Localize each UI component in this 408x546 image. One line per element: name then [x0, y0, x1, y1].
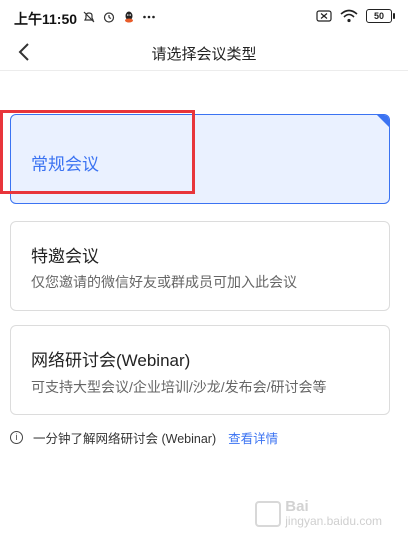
watermark-line1: Bai	[285, 498, 309, 515]
info-row: i 一分钟了解网络研讨会 (Webinar) 查看详情	[10, 428, 278, 447]
info-icon: i	[10, 431, 23, 444]
option-title: 特邀会议	[31, 247, 99, 266]
watermark-line2: jingyan.baidu.com	[285, 514, 382, 528]
option-regular-meeting[interactable]: 常规会议	[10, 114, 390, 204]
alarm-icon	[103, 12, 115, 23]
status-time: 上午11:50	[14, 11, 78, 27]
option-subtitle: 仅您邀请的微信好友或群成员可加入此会议	[31, 274, 297, 290]
option-invited-meeting[interactable]: 特邀会议 仅您邀请的微信好友或群成员可加入此会议	[10, 221, 390, 311]
option-title: 常规会议	[31, 155, 99, 174]
wifi-icon	[340, 9, 358, 23]
watermark-logo-icon	[255, 501, 282, 527]
battery-icon: 50	[366, 9, 395, 23]
view-details-link[interactable]: 查看详情	[228, 428, 278, 447]
option-subtitle: 可支持大型会议/企业培训/沙龙/发布会/研讨会等	[31, 379, 327, 395]
info-text: 一分钟了解网络研讨会 (Webinar)	[33, 432, 217, 446]
status-right-icons: 50	[316, 9, 395, 23]
page-title: 请选择会议类型	[151, 46, 257, 63]
selected-corner-icon	[377, 115, 389, 127]
option-title: 网络研讨会(Webinar)	[31, 351, 191, 370]
option-webinar[interactable]: 网络研讨会(Webinar) 可支持大型会议/企业培训/沙龙/发布会/研讨会等	[10, 325, 390, 415]
more-dots-icon	[143, 15, 155, 19]
status-left-icons	[82, 10, 156, 24]
nav-bar: 请选择会议类型	[0, 34, 408, 71]
sim-off-icon	[316, 10, 332, 22]
watermark: Bai jingyan.baidu.com	[255, 498, 382, 528]
qq-icon	[125, 11, 133, 23]
mute-icon	[83, 11, 95, 23]
battery-level: 50	[373, 11, 384, 21]
status-bar: 上午11:50 50	[0, 0, 408, 34]
